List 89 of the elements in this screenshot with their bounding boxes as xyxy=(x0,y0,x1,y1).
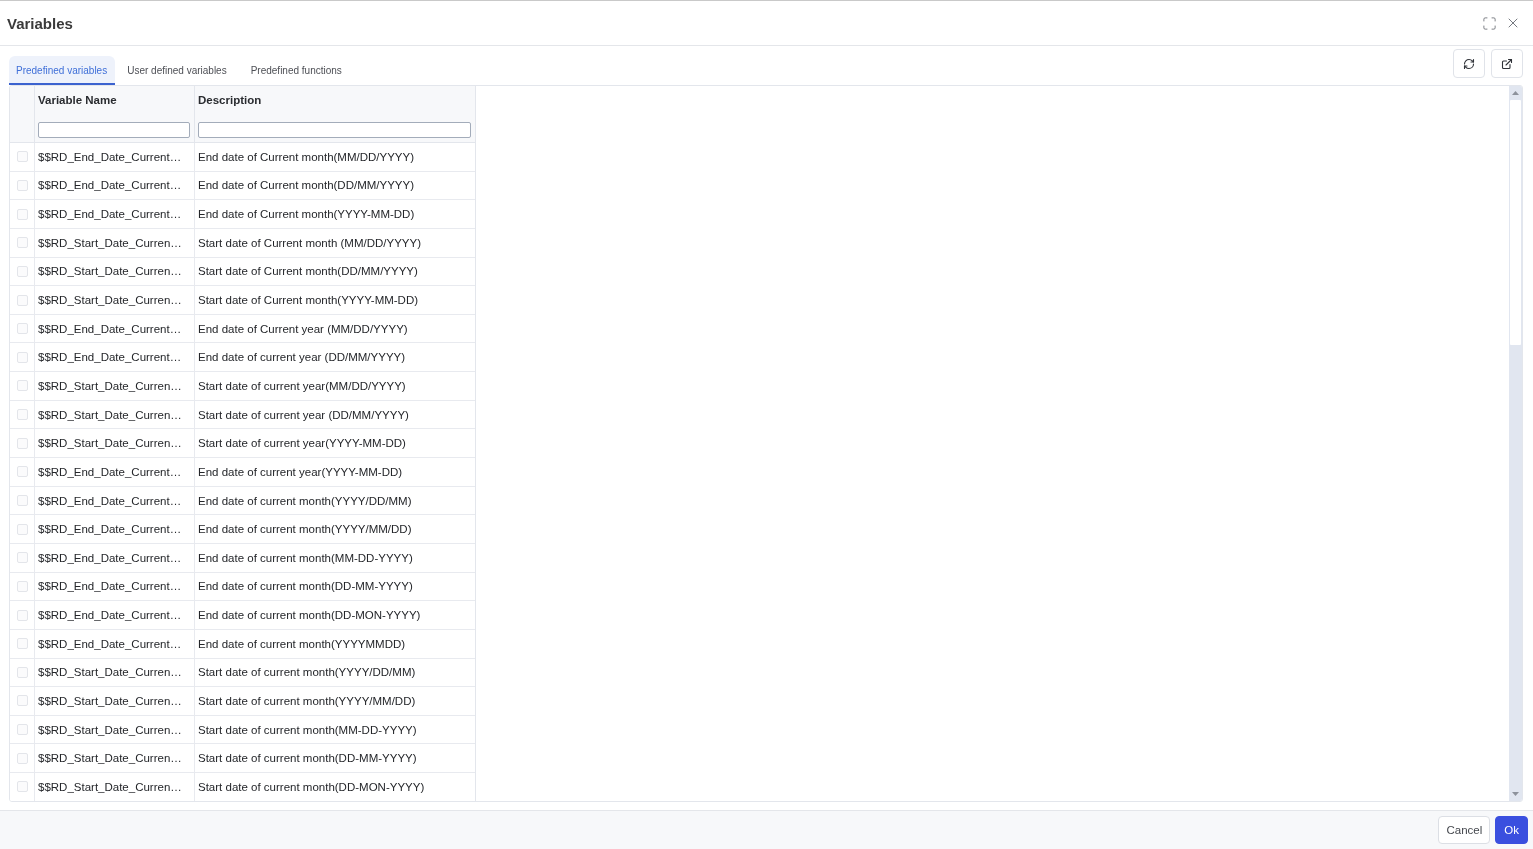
column-header: Description xyxy=(198,93,263,108)
row-checkbox[interactable] xyxy=(17,151,28,163)
variable-description: End date of current month(DD-MM-YYYY) xyxy=(198,580,413,593)
variable-description: End date of Current month(YYYY-MM-DD) xyxy=(198,208,415,221)
variable-description: End date of current month(YYYYMMDD) xyxy=(198,637,406,650)
variable-description: Start date of current year (DD/MM/YYYY) xyxy=(198,408,409,421)
variable-description: Start date of current month(YYYY/MM/DD) xyxy=(198,695,416,707)
maximize-button[interactable] xyxy=(1482,15,1497,31)
variable-description: End date of current month(MM-DD-YYYY) xyxy=(198,551,413,564)
row-checkbox[interactable] xyxy=(17,351,28,363)
variable-name: $$RD_Start_Date_Curren… xyxy=(38,752,182,765)
column-header: Variable Name xyxy=(38,93,118,108)
export-button[interactable] xyxy=(1491,49,1523,78)
variable-name: $$RD_Start_Date_Curren… xyxy=(38,695,182,707)
variable-name: $$RD_End_Date_Current… xyxy=(38,551,182,564)
row-checkbox[interactable] xyxy=(17,752,28,764)
variable-description: End date of Current month(MM/DD/YYYY) xyxy=(198,150,415,163)
row-checkbox[interactable] xyxy=(17,638,28,650)
variable-name: $$RD_End_Date_Current… xyxy=(38,580,182,593)
variable-description: Start date of current month(DD-MM-YYYY) xyxy=(198,752,417,765)
tab[interactable]: User defined variables xyxy=(117,56,239,85)
row-checkbox[interactable] xyxy=(17,724,28,736)
variable-name: $$RD_End_Date_Current… xyxy=(38,179,182,192)
variable-description: Start date of current month(MM-DD-YYYY) xyxy=(198,723,417,736)
row-checkbox[interactable] xyxy=(17,437,28,449)
variable-name: $$RD_Start_Date_Curren… xyxy=(38,294,182,306)
variable-name: $$RD_Start_Date_Curren… xyxy=(38,379,182,392)
variable-name: $$RD_Start_Date_Curren… xyxy=(38,265,182,278)
variable-description: End date of current month(YYYY/DD/MM) xyxy=(198,494,412,507)
variable-name: $$RD_End_Date_Current… xyxy=(38,523,182,536)
variable-name: $$RD_End_Date_Current… xyxy=(38,609,182,622)
variable-name: $$RD_End_Date_Current… xyxy=(38,150,182,163)
variable-description: Start date of current month(DD-MON-YYYY) xyxy=(198,780,425,793)
variable-description: Start date of current month(YYYY/DD/MM) xyxy=(198,666,416,679)
row-checkbox[interactable] xyxy=(17,380,28,392)
tab[interactable]: Predefined functions xyxy=(240,56,354,85)
scroll-down-icon[interactable] xyxy=(1512,792,1519,796)
variable-description: Start date of current year(YYYY-MM-DD) xyxy=(198,437,406,450)
row-checkbox[interactable] xyxy=(17,523,28,535)
variable-name: $$RD_Start_Date_Curren… xyxy=(38,236,182,249)
variable-name: $$RD_Start_Date_Curren… xyxy=(38,780,182,793)
variable-name: $$RD_End_Date_Current… xyxy=(38,637,182,650)
row-checkbox[interactable] xyxy=(17,552,28,564)
row-checkbox[interactable] xyxy=(17,208,28,220)
variable-name: $$RD_Start_Date_Curren… xyxy=(38,408,182,421)
primary-button[interactable]: Ok xyxy=(1495,816,1528,844)
variable-description: End date of current month(DD-MON-YYYY) xyxy=(198,609,421,622)
filter-field[interactable] xyxy=(38,122,190,138)
secondary-button[interactable]: Cancel xyxy=(1438,816,1491,844)
dialog-title: Variables xyxy=(7,14,73,32)
variable-description: Start date of Current month(YYYY-MM-DD) xyxy=(198,294,419,306)
row-checkbox[interactable] xyxy=(17,323,28,335)
variable-description: End date of Current month(DD/MM/YYYY) xyxy=(198,179,415,192)
variable-name: $$RD_End_Date_Current… xyxy=(38,351,182,364)
variable-name: $$RD_Start_Date_Curren… xyxy=(38,437,182,450)
variable-description: End date of current year (DD/MM/YYYY) xyxy=(198,351,406,364)
row-checkbox[interactable] xyxy=(17,179,28,191)
variable-description: End date of Current year (MM/DD/YYYY) xyxy=(198,322,408,335)
variable-description: End date of current month(YYYY/MM/DD) xyxy=(198,523,412,536)
variable-description: Start date of current year(MM/DD/YYYY) xyxy=(198,379,406,392)
row-checkbox[interactable] xyxy=(17,466,28,478)
variable-description: Start date of Current month (MM/DD/YYYY) xyxy=(198,236,422,249)
row-checkbox[interactable] xyxy=(17,495,28,506)
row-checkbox[interactable] xyxy=(17,580,28,592)
variable-name: $$RD_End_Date_Current… xyxy=(38,208,182,221)
scrollbar-thumb[interactable] xyxy=(1510,100,1521,345)
row-checkbox[interactable] xyxy=(17,781,28,793)
maximize-icon xyxy=(1482,15,1497,31)
variable-description: Start date of Current month(DD/MM/YYYY) xyxy=(198,265,418,278)
variable-name: $$RD_Start_Date_Curren… xyxy=(38,666,182,679)
row-checkbox[interactable] xyxy=(17,695,28,707)
variable-name: $$RD_Start_Date_Curren… xyxy=(38,723,182,736)
row-checkbox[interactable] xyxy=(17,237,28,249)
tab[interactable]: Predefined variables xyxy=(9,56,116,85)
scroll-up-icon[interactable] xyxy=(1512,91,1519,95)
variable-name: $$RD_End_Date_Current… xyxy=(38,465,182,478)
variable-name: $$RD_End_Date_Current… xyxy=(38,322,182,335)
variable-description: End date of current year(YYYY-MM-DD) xyxy=(198,465,403,478)
row-checkbox[interactable] xyxy=(17,609,28,621)
refresh-button[interactable] xyxy=(1453,49,1485,78)
refresh-icon xyxy=(1463,57,1475,70)
row-checkbox[interactable] xyxy=(17,409,28,421)
variable-name: $$RD_End_Date_Current… xyxy=(38,494,182,507)
row-checkbox[interactable] xyxy=(17,294,28,306)
external-link-icon xyxy=(1501,57,1513,70)
row-checkbox[interactable] xyxy=(17,666,28,678)
filter-field[interactable] xyxy=(198,122,471,138)
vertical-scrollbar[interactable] xyxy=(1509,86,1522,801)
row-checkbox[interactable] xyxy=(17,265,28,277)
